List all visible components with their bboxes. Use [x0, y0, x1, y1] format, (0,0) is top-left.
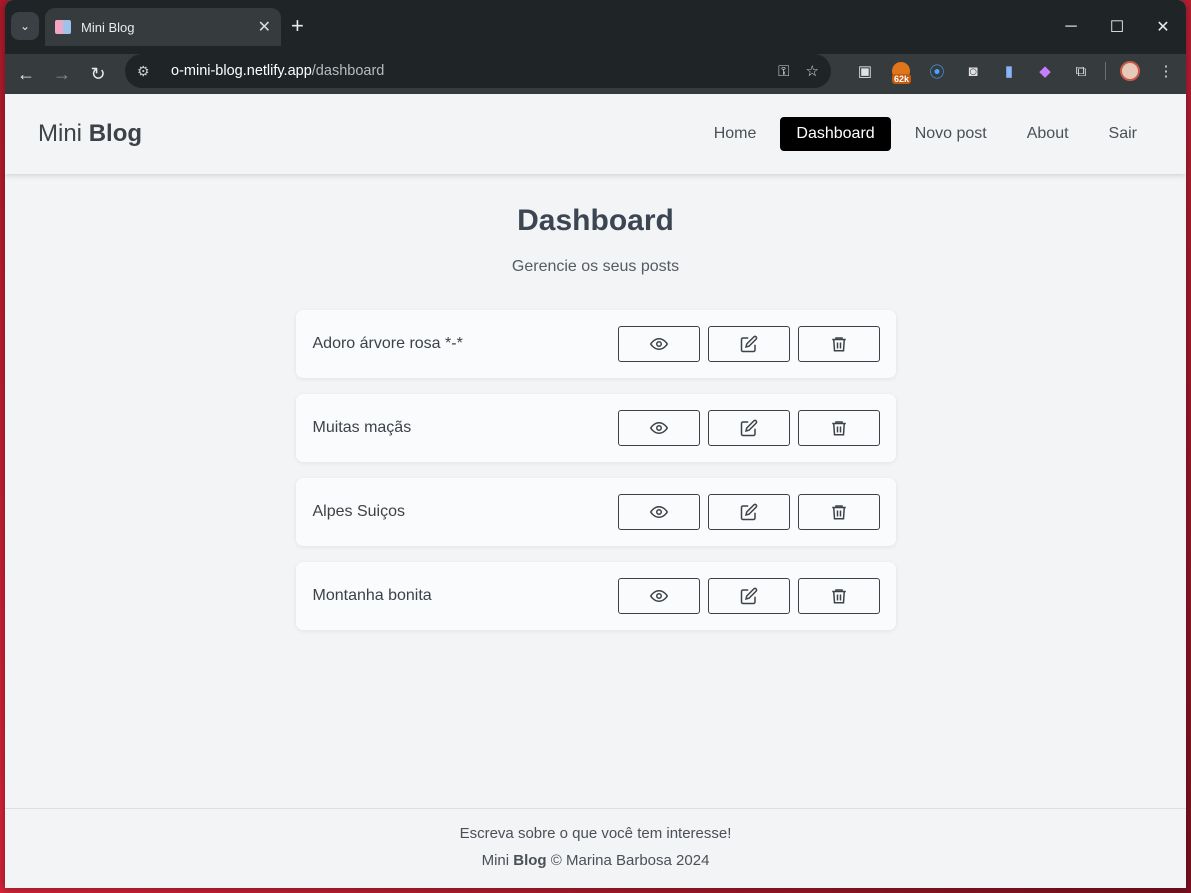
- view-post-button[interactable]: [617, 578, 700, 614]
- profile-avatar[interactable]: [1112, 54, 1148, 88]
- trash-icon: [831, 337, 846, 352]
- nav-about[interactable]: About: [1011, 117, 1085, 151]
- toolbar-separator: [1105, 62, 1106, 80]
- avatar-icon: [1120, 61, 1140, 81]
- edit-post-button[interactable]: [707, 326, 790, 362]
- post-row: Muitas maçãs: [295, 394, 896, 462]
- trash-icon: [831, 589, 846, 604]
- footer-copyright: © Marina Barbosa 2024: [550, 852, 710, 869]
- delete-post-button[interactable]: [797, 494, 880, 530]
- browser-toolbar: ← → ↻ ⚙ o-mini-blog.netlify.app/dashboar…: [5, 54, 1186, 94]
- close-window-button[interactable]: ✕: [1140, 0, 1186, 54]
- site-brand[interactable]: Mini Blog: [38, 120, 142, 148]
- edit-post-button[interactable]: [707, 410, 790, 446]
- delete-post-button[interactable]: [797, 326, 880, 362]
- tab-close-icon[interactable]: ✕: [258, 17, 271, 37]
- edit-post-button[interactable]: [707, 494, 790, 530]
- extensions-puzzle-icon[interactable]: ⧉: [1063, 54, 1099, 88]
- post-actions: [617, 578, 880, 614]
- password-key-icon[interactable]: ⚿: [778, 63, 789, 80]
- post-actions: [617, 494, 880, 530]
- post-row: Montanha bonita: [295, 562, 896, 630]
- edit-icon: [740, 335, 757, 353]
- post-title: Alpes Suiços: [312, 503, 406, 520]
- url-path: /dashboard: [311, 63, 385, 79]
- window-controls: ─ ☐ ✕: [1048, 0, 1186, 54]
- edit-icon: [740, 587, 757, 605]
- tab-title: Mini Blog: [81, 19, 135, 35]
- maximize-button[interactable]: ☐: [1094, 0, 1140, 54]
- browser-window: ⌄ Mini Blog ✕ + ─ ☐ ✕ ← → ↻ ⚙ o-mini-blo…: [5, 0, 1186, 888]
- tab-bar: ⌄ Mini Blog ✕ + ─ ☐ ✕: [5, 0, 1186, 54]
- eye-icon: [649, 421, 668, 435]
- extension-badge-icon[interactable]: 62k: [883, 54, 919, 88]
- forward-button[interactable]: →: [47, 59, 77, 89]
- url-host: o-mini-blog.netlify.app: [171, 63, 312, 79]
- footer-copyright-line: Mini Blog © Marina Barbosa 2024: [5, 852, 1186, 869]
- new-tab-button[interactable]: +: [291, 14, 304, 38]
- url-text[interactable]: o-mini-blog.netlify.app/dashboard: [171, 63, 762, 79]
- site-navbar: Mini Blog Home Dashboard Novo post About…: [5, 94, 1186, 174]
- picture-in-picture-icon[interactable]: ▣: [847, 54, 883, 88]
- post-row: Adoro árvore rosa *-*: [295, 310, 896, 378]
- page-title: Dashboard: [517, 204, 674, 237]
- site-info-icon[interactable]: ⚙: [137, 63, 159, 80]
- eye-icon: [649, 337, 668, 351]
- address-bar[interactable]: ⚙ o-mini-blog.netlify.app/dashboard ⚿ ☆: [125, 54, 831, 88]
- footer-tagline: Escreva sobre o que você tem interesse!: [459, 825, 732, 842]
- extension-orange-icon: 62k: [892, 62, 912, 84]
- web-page: Mini Blog Home Dashboard Novo post About…: [5, 94, 1186, 888]
- post-row: Alpes Suiços: [295, 478, 896, 546]
- trash-icon: [831, 421, 846, 436]
- tab-search-button[interactable]: ⌄: [11, 12, 39, 40]
- edit-icon: [740, 503, 757, 521]
- trash-icon: [831, 505, 846, 520]
- post-title: Montanha bonita: [312, 587, 432, 604]
- eye-icon: [649, 589, 668, 603]
- menu-kebab-icon[interactable]: ⋮: [1148, 54, 1184, 88]
- browser-tab[interactable]: Mini Blog ✕: [45, 8, 281, 46]
- footer-brand-light: Mini: [481, 852, 510, 869]
- favicon-icon: [55, 20, 71, 34]
- page-subtitle: Gerencie os seus posts: [511, 258, 680, 275]
- brand-light: Mini: [38, 120, 83, 147]
- nav-logout[interactable]: Sair: [1093, 117, 1153, 151]
- post-title: Muitas maçãs: [312, 419, 412, 436]
- post-actions: [617, 326, 880, 362]
- nav-new-post[interactable]: Novo post: [899, 117, 1003, 151]
- back-button[interactable]: ←: [11, 59, 41, 89]
- post-list: Adoro árvore rosa *-* Muitas maçãs Alpes…: [295, 310, 896, 630]
- minimize-button[interactable]: ─: [1048, 0, 1094, 54]
- document-icon[interactable]: ▮: [991, 54, 1027, 88]
- edit-post-button[interactable]: [707, 578, 790, 614]
- bookmark-star-icon[interactable]: ☆: [806, 62, 819, 80]
- delete-post-button[interactable]: [797, 410, 880, 446]
- extensions-area: ▣ 62k ⦿ ◙ ▮ ◆ ⧉ ⋮: [847, 54, 1184, 88]
- reload-button[interactable]: ↻: [83, 59, 113, 89]
- post-title: Adoro árvore rosa *-*: [312, 335, 463, 352]
- camera-icon[interactable]: ◙: [955, 54, 991, 88]
- view-post-button[interactable]: [617, 494, 700, 530]
- delete-post-button[interactable]: [797, 578, 880, 614]
- dashboard-main: Dashboard Gerencie os seus posts Adoro á…: [5, 174, 1186, 630]
- eye-icon: [649, 505, 668, 519]
- brand-bold: Blog: [88, 120, 143, 147]
- nav-dashboard[interactable]: Dashboard: [780, 117, 891, 151]
- post-actions: [617, 410, 880, 446]
- footer-brand-bold: Blog: [513, 852, 547, 869]
- view-post-button[interactable]: [617, 410, 700, 446]
- site-footer: Escreva sobre o que você tem interesse! …: [5, 808, 1186, 888]
- wireless-icon[interactable]: ⦿: [919, 54, 955, 88]
- nav-home[interactable]: Home: [698, 117, 773, 151]
- gradient-extension-icon[interactable]: ◆: [1027, 54, 1063, 88]
- view-post-button[interactable]: [617, 326, 700, 362]
- edit-icon: [740, 419, 757, 437]
- extension-badge-count: 62k: [892, 74, 912, 84]
- nav-links: Home Dashboard Novo post About Sair: [698, 117, 1153, 151]
